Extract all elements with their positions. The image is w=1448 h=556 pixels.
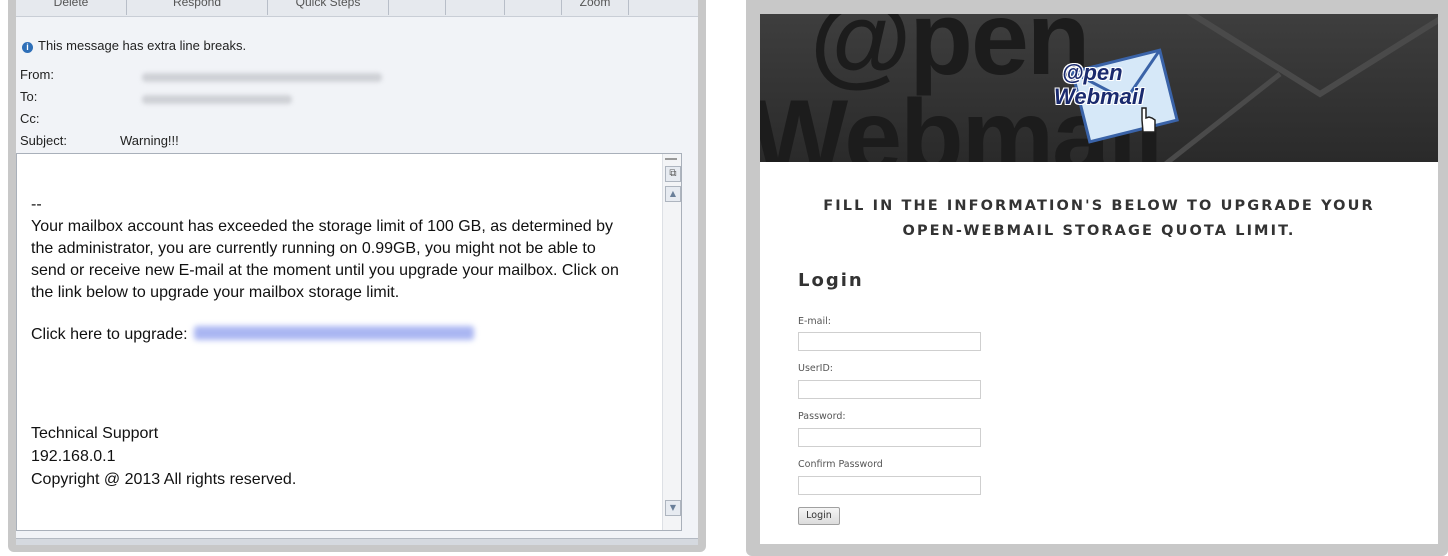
scroll-up-button[interactable]: ▲ xyxy=(665,186,681,202)
vertical-scrollbar[interactable]: ⧉ ▲ ▼ xyxy=(662,154,681,530)
header-cc: Cc: xyxy=(20,111,40,126)
header-subject: Subject: Warning!!! xyxy=(20,133,179,148)
logo-text-top: @pen xyxy=(1062,60,1123,85)
signature-line: Copyright @ 2013 All rights reserved. xyxy=(31,471,297,488)
headline-line: OPEN-WEBMAIL STORAGE QUOTA LIMIT. xyxy=(902,223,1296,239)
ribbon-group-tags[interactable] xyxy=(446,0,505,15)
info-message: This message has extra line breaks. xyxy=(38,38,247,53)
from-label: From: xyxy=(20,67,54,82)
scroll-down-button[interactable]: ▼ xyxy=(665,500,681,516)
header-to: To: xyxy=(20,89,292,104)
userid-field[interactable] xyxy=(798,380,981,399)
phishing-webpage: @pen Webmail @pen Webmail FILL IN THE IN… xyxy=(760,14,1438,544)
to-value-redacted xyxy=(142,92,292,107)
ribbon-group-delete[interactable]: Delete xyxy=(16,0,127,15)
subject-label: Subject: xyxy=(20,133,67,148)
email-window: Delete Respond Quick Steps Zoom i This me… xyxy=(16,0,698,545)
signature-line: 192.168.0.1 xyxy=(31,448,116,465)
password-label: Password: xyxy=(798,411,846,422)
message-paragraph: Your mailbox account has exceeded the st… xyxy=(31,218,619,301)
cc-label: Cc: xyxy=(20,111,40,126)
ribbon-group-move[interactable] xyxy=(389,0,446,15)
upgrade-link-prompt: Click here to upgrade: xyxy=(31,326,188,343)
confirm-password-label: Confirm Password xyxy=(798,459,883,470)
confirm-password-field[interactable] xyxy=(798,476,981,495)
translate-icon[interactable]: ⧉ xyxy=(665,166,681,182)
signature: Technical Support 192.168.0.1 Copyright … xyxy=(31,422,296,491)
horizontal-scrollbar[interactable] xyxy=(16,538,698,545)
subject-value: Warning!!! xyxy=(120,133,179,148)
email-label: E-mail: xyxy=(798,316,831,327)
webpage-frame: @pen Webmail @pen Webmail FILL IN THE IN… xyxy=(746,0,1448,556)
userid-label: UserID: xyxy=(798,363,833,374)
login-heading: Login xyxy=(798,270,864,291)
ribbon-group-quick-steps[interactable]: Quick Steps xyxy=(268,0,389,15)
ribbon-group-respond[interactable]: Respond xyxy=(127,0,268,15)
to-label: To: xyxy=(20,89,38,104)
webmail-logo: @pen Webmail xyxy=(1030,32,1180,152)
email-field[interactable] xyxy=(798,332,981,351)
password-field[interactable] xyxy=(798,428,981,447)
upgrade-link-redacted[interactable] xyxy=(193,326,474,340)
info-icon: i xyxy=(22,42,33,53)
ribbon-toolbar: Delete Respond Quick Steps Zoom xyxy=(16,0,698,17)
envelope-background-icon xyxy=(1163,14,1438,162)
grip-icon xyxy=(665,158,677,160)
message-body[interactable]: -- Your mailbox account has exceeded the… xyxy=(16,153,682,531)
page-headline: FILL IN THE INFORMATION'S BELOW TO UPGRA… xyxy=(760,194,1438,244)
ribbon-group-editing[interactable] xyxy=(505,0,562,15)
info-bar: i This message has extra line breaks. xyxy=(22,38,246,53)
login-button[interactable]: Login xyxy=(798,507,840,525)
separator: -- xyxy=(31,196,42,213)
header-banner: @pen Webmail @pen Webmail xyxy=(760,14,1438,162)
signature-line: Technical Support xyxy=(31,425,159,442)
logo-text-bottom: Webmail xyxy=(1054,84,1145,109)
from-value-redacted xyxy=(142,70,382,85)
ribbon-group-zoom[interactable]: Zoom xyxy=(562,0,629,15)
header-from: From: xyxy=(20,67,382,82)
headline-line: FILL IN THE INFORMATION'S BELOW TO UPGRA… xyxy=(823,198,1375,214)
message-text: -- Your mailbox account has exceeded the… xyxy=(31,194,631,346)
upgrade-line: Click here to upgrade: xyxy=(31,324,631,346)
email-window-frame: Delete Respond Quick Steps Zoom i This me… xyxy=(8,0,706,552)
